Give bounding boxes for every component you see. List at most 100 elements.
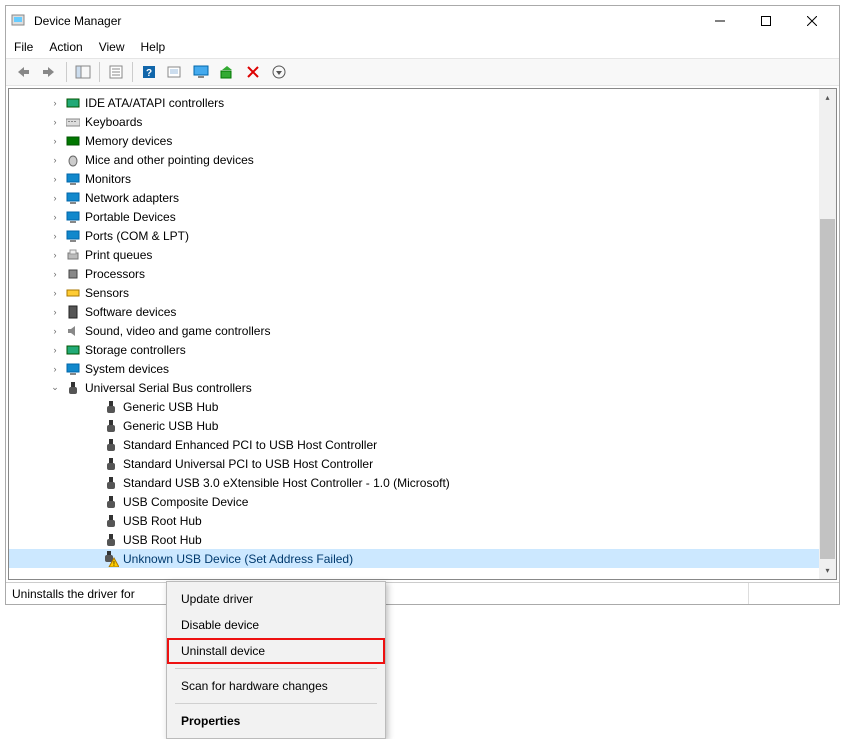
tree-item[interactable]: › Mice and other pointing devices xyxy=(9,150,836,169)
scroll-up-arrow[interactable]: ▴ xyxy=(819,89,836,106)
chevron-right-icon[interactable]: › xyxy=(49,268,61,280)
chevron-right-icon[interactable]: › xyxy=(49,135,61,147)
tree-item-label: Monitors xyxy=(85,172,131,186)
tree-item[interactable]: › Memory devices xyxy=(9,131,836,150)
display-button[interactable] xyxy=(189,61,213,83)
maximize-button[interactable] xyxy=(743,6,789,36)
scan-button[interactable] xyxy=(163,61,187,83)
chevron-right-icon[interactable]: › xyxy=(49,97,61,109)
tree-item-label: Standard Enhanced PCI to USB Host Contro… xyxy=(123,438,377,452)
tree-spacer xyxy=(87,515,99,527)
show-panel-button[interactable] xyxy=(71,61,95,83)
chevron-right-icon[interactable]: › xyxy=(49,344,61,356)
tree-item[interactable]: › Network adapters xyxy=(9,188,836,207)
minimize-button[interactable] xyxy=(697,6,743,36)
tree-item[interactable]: › Software devices xyxy=(9,302,836,321)
context-menu-item[interactable]: Disable device xyxy=(167,612,385,638)
tree-item-label: Software devices xyxy=(85,305,176,319)
tree-item[interactable]: Standard Enhanced PCI to USB Host Contro… xyxy=(9,435,836,454)
context-menu-item[interactable]: Properties xyxy=(167,708,385,734)
system-icon xyxy=(65,361,81,377)
tree-spacer xyxy=(87,534,99,546)
tree-item[interactable]: ›Ports (COM & LPT) xyxy=(9,226,836,245)
tree-item-label: Keyboards xyxy=(85,115,142,129)
tree-item[interactable]: USB Root Hub xyxy=(9,511,836,530)
chevron-right-icon[interactable]: › xyxy=(49,211,61,223)
chevron-right-icon[interactable]: › xyxy=(49,306,61,318)
window-title: Device Manager xyxy=(34,14,697,28)
usb-conn-icon xyxy=(103,494,119,510)
scroll-down-arrow[interactable]: ▾ xyxy=(819,562,836,579)
tree-item[interactable]: USB Composite Device xyxy=(9,492,836,511)
tree-item[interactable]: ›Processors xyxy=(9,264,836,283)
toolbar-separator xyxy=(99,62,100,82)
memory-icon xyxy=(65,133,81,149)
scrollbar-track[interactable]: ▴ ▾ xyxy=(819,89,836,579)
tree-spacer xyxy=(87,439,99,451)
chevron-right-icon[interactable]: › xyxy=(49,325,61,337)
chevron-right-icon[interactable]: › xyxy=(49,249,61,261)
enable-button[interactable] xyxy=(215,61,239,83)
ide-icon xyxy=(65,95,81,111)
tree-item[interactable]: Standard USB 3.0 eXtensible Host Control… xyxy=(9,473,836,492)
help-button[interactable]: ? xyxy=(137,61,161,83)
close-button[interactable] xyxy=(789,6,835,36)
chevron-right-icon[interactable]: › xyxy=(49,154,61,166)
tree-item[interactable]: ›Sound, video and game controllers xyxy=(9,321,836,340)
tree-spacer xyxy=(87,477,99,489)
properties-button[interactable] xyxy=(104,61,128,83)
tree-item[interactable]: Standard Universal PCI to USB Host Contr… xyxy=(9,454,836,473)
portable-icon xyxy=(65,209,81,225)
menu-action[interactable]: Action xyxy=(49,40,82,54)
tree-item-label: Storage controllers xyxy=(85,343,186,357)
tree-item[interactable]: ›Sensors xyxy=(9,283,836,302)
tree-item[interactable]: ›System devices xyxy=(9,359,836,378)
chevron-right-icon[interactable]: › xyxy=(49,287,61,299)
tree-item[interactable]: › Storage controllers xyxy=(9,340,836,359)
menu-view[interactable]: View xyxy=(99,40,125,54)
tree-item[interactable]: !Unknown USB Device (Set Address Failed) xyxy=(9,549,836,568)
usb-conn-icon xyxy=(103,456,119,472)
chevron-right-icon[interactable]: › xyxy=(49,116,61,128)
svg-text:?: ? xyxy=(146,68,152,79)
tree-item[interactable]: Generic USB Hub xyxy=(9,397,836,416)
tree-item[interactable]: › Keyboards xyxy=(9,112,836,131)
forward-button[interactable] xyxy=(38,61,62,83)
context-menu-separator xyxy=(175,703,377,704)
tree-item[interactable]: ›Portable Devices xyxy=(9,207,836,226)
tree-spacer xyxy=(87,458,99,470)
usb-icon xyxy=(65,380,81,396)
tree-item[interactable]: ›Print queues xyxy=(9,245,836,264)
tree-item-label: Network adapters xyxy=(85,191,179,205)
chevron-right-icon[interactable]: › xyxy=(49,363,61,375)
tree-item-label: Unknown USB Device (Set Address Failed) xyxy=(123,552,353,566)
menubar: File Action View Help xyxy=(6,36,839,58)
context-menu-separator xyxy=(175,668,377,669)
delete-button[interactable] xyxy=(241,61,265,83)
network-icon xyxy=(65,190,81,206)
chevron-right-icon[interactable]: › xyxy=(49,173,61,185)
more-button[interactable] xyxy=(267,61,291,83)
tree-item[interactable]: › Monitors xyxy=(9,169,836,188)
chevron-down-icon[interactable]: ⌄ xyxy=(49,382,61,394)
tree-item-label: Generic USB Hub xyxy=(123,419,218,433)
storage-icon xyxy=(65,342,81,358)
scrollbar-thumb[interactable] xyxy=(820,219,835,559)
device-tree[interactable]: ›IDE ATA/ATAPI controllers›Keyboards›Mem… xyxy=(9,89,836,572)
context-menu-item[interactable]: Update driver xyxy=(167,586,385,612)
tree-item[interactable]: ›IDE ATA/ATAPI controllers xyxy=(9,93,836,112)
chevron-right-icon[interactable]: › xyxy=(49,192,61,204)
tree-item-label: Mice and other pointing devices xyxy=(85,153,254,167)
back-button[interactable] xyxy=(12,61,36,83)
tree-item-label: Memory devices xyxy=(85,134,172,148)
menu-file[interactable]: File xyxy=(14,40,33,54)
chevron-right-icon[interactable]: › xyxy=(49,230,61,242)
menu-help[interactable]: Help xyxy=(141,40,166,54)
context-menu-item[interactable]: Scan for hardware changes xyxy=(167,673,385,699)
tree-item[interactable]: ⌄Universal Serial Bus controllers xyxy=(9,378,836,397)
context-menu-item[interactable]: Uninstall device xyxy=(167,638,385,664)
tree-item[interactable]: Generic USB Hub xyxy=(9,416,836,435)
tree-item[interactable]: USB Root Hub xyxy=(9,530,836,549)
status-text: Uninstalls the driver for xyxy=(12,583,172,604)
usb-conn-icon xyxy=(103,437,119,453)
